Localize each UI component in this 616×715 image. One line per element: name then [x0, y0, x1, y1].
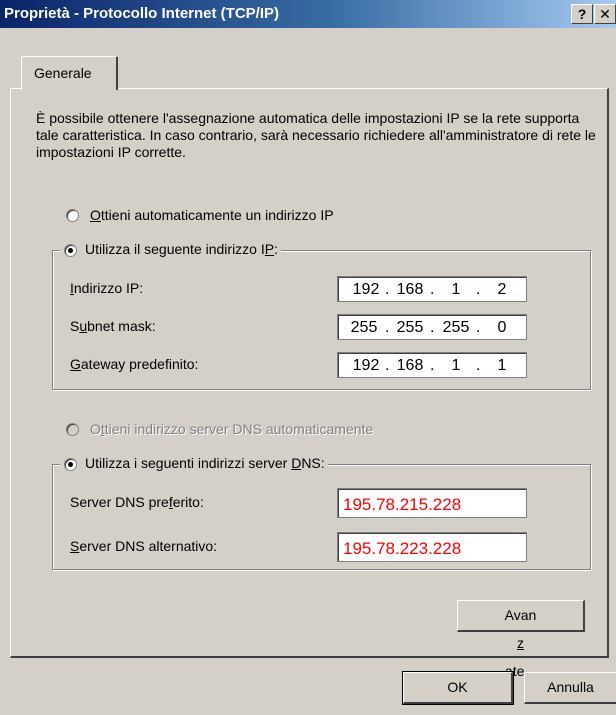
- help-button[interactable]: ?: [571, 4, 593, 24]
- cancel-button-label: Annulla: [547, 679, 594, 695]
- advanced-button[interactable]: Avan z ate...: [457, 600, 585, 679]
- radio-auto-ip[interactable]: [66, 209, 79, 222]
- radio-auto-dns-label: Ottieni indirizzo server DNS automaticam…: [90, 421, 374, 437]
- ip-address-input[interactable]: 192 . 168 . 1 . 2: [337, 276, 527, 302]
- intro-text: È possibile ottenere l'assegnazione auto…: [36, 110, 596, 160]
- preferred-dns-input[interactable]: 195.78.215.228: [337, 488, 527, 518]
- alternate-dns-label: Server DNS alternativo:: [70, 538, 218, 554]
- close-button[interactable]: ✕: [594, 4, 616, 24]
- alternate-dns-input[interactable]: 195.78.223.228: [337, 532, 527, 562]
- close-icon: ✕: [599, 6, 611, 22]
- ok-button-label: OK: [447, 679, 468, 695]
- ok-button[interactable]: OK: [402, 671, 514, 705]
- help-icon: ?: [577, 6, 587, 22]
- radio-manual-ip-label[interactable]: Utilizza il seguente indirizzo IP:: [85, 241, 300, 257]
- preferred-dns-label: Server DNS preferito:: [70, 494, 204, 510]
- group-manual-dns-legend: Utilizza i seguenti indirizzi server DNS…: [60, 454, 328, 474]
- radio-auto-ip-label[interactable]: Ottieni automaticamente un indirizzo IP: [90, 207, 334, 223]
- ip-address-label: Indirizzo IP:: [70, 280, 144, 296]
- radio-manual-dns-label[interactable]: Utilizza i seguenti indirizzi server DNS…: [85, 455, 347, 471]
- group-manual-ip-legend: Utilizza il seguente indirizzo IP:: [60, 240, 281, 260]
- radio-manual-dns[interactable]: [64, 458, 77, 471]
- window-title: Proprietà - Protocollo Internet (TCP/IP): [4, 5, 280, 22]
- gateway-label: Gateway predefinito:: [70, 356, 199, 372]
- radio-auto-dns: [66, 423, 79, 436]
- gateway-input[interactable]: 192 . 168 . 1 . 1: [337, 352, 527, 378]
- tab-generale[interactable]: Generale: [21, 56, 118, 90]
- subnet-mask-label: Subnet mask:: [70, 318, 156, 334]
- tab-label: Generale: [34, 65, 92, 81]
- cancel-button[interactable]: Annulla: [524, 672, 616, 704]
- subnet-mask-input[interactable]: 255 . 255 . 255 . 0: [337, 314, 527, 340]
- radio-manual-ip[interactable]: [64, 244, 77, 257]
